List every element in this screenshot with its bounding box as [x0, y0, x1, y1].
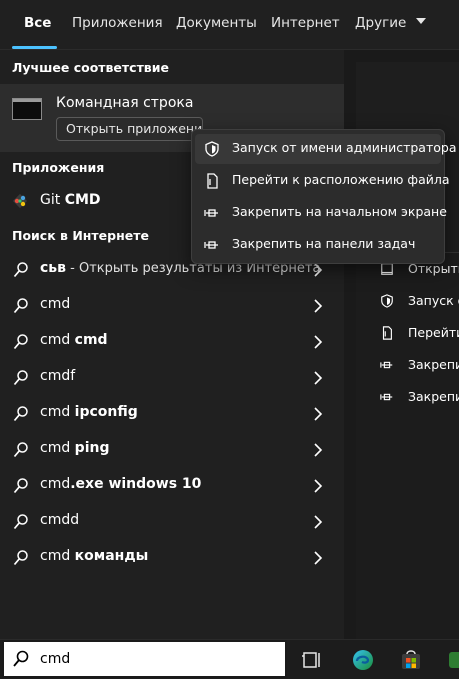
app-item-label: Git CMD: [40, 192, 101, 208]
web-result-label: cmd.exe windows 10: [40, 476, 202, 492]
context-menu-item[interactable]: Перейти к расположению файла: [232, 172, 450, 187]
chevron-down-icon: [415, 18, 426, 24]
preview-action-item[interactable]: Закрепит: [408, 357, 459, 372]
task-view-icon[interactable]: [300, 648, 324, 672]
pin-icon: [380, 361, 393, 369]
search-icon: [13, 298, 28, 314]
search-icon: [13, 478, 28, 494]
pin-icon: [380, 393, 393, 401]
search-input[interactable]: cmd: [40, 651, 70, 667]
search-icon: [13, 370, 28, 386]
search-tabs-bar: Все Приложения Документы Интернет Другие: [0, 0, 459, 50]
tab-more[interactable]: Другие: [355, 15, 426, 31]
best-match-title: Командная строка: [56, 95, 194, 111]
web-result-label: cmdd: [40, 512, 80, 528]
apps-heading: Приложения: [12, 160, 105, 175]
tab-apps[interactable]: Приложения: [72, 15, 163, 31]
chevron-right-icon: [314, 551, 323, 565]
web-result-label: cmd: [40, 296, 71, 312]
best-match-heading: Лучшее соответствие: [12, 60, 169, 75]
web-result-label: cmd команды: [40, 548, 149, 564]
chevron-right-icon: [314, 263, 323, 277]
git-icon: [12, 193, 28, 209]
context-menu-item[interactable]: Закрепить на начальном экране: [232, 204, 447, 219]
open-icon: [381, 263, 393, 275]
preview-action-item[interactable]: Запуск о: [408, 293, 459, 308]
search-icon: [13, 650, 29, 667]
file-location-icon: [207, 173, 218, 189]
search-icon: [13, 442, 28, 458]
chevron-right-icon: [314, 407, 323, 421]
search-icon: [13, 406, 28, 422]
tab-web[interactable]: Интернет: [271, 15, 340, 31]
preview-action-item[interactable]: Закрепит: [408, 389, 459, 404]
chevron-right-icon: [314, 515, 323, 529]
web-result-label: cmd cmd: [40, 332, 108, 348]
chevron-right-icon: [314, 443, 323, 457]
chevron-right-icon: [314, 479, 323, 493]
chevron-right-icon: [314, 371, 323, 385]
web-search-heading: Поиск в Интернете: [12, 228, 149, 243]
chevron-right-icon: [314, 335, 323, 349]
store-icon[interactable]: [399, 648, 423, 672]
tab-more-label: Другие: [355, 15, 407, 31]
chevron-right-icon: [314, 299, 323, 313]
search-icon: [13, 334, 28, 350]
pin-icon: [204, 241, 218, 249]
search-icon: [13, 550, 28, 566]
preview-action-item[interactable]: Перейти: [408, 325, 459, 340]
search-icon: [13, 262, 28, 278]
shield-icon: [205, 141, 219, 157]
context-menu-item[interactable]: Запуск от имени администратора: [232, 140, 456, 155]
context-menu-item[interactable]: Закрепить на панели задач: [232, 236, 415, 251]
tab-documents[interactable]: Документы: [176, 15, 257, 31]
open-app-button[interactable]: Открыть приложение: [56, 117, 203, 141]
tab-all[interactable]: Все: [24, 15, 51, 31]
search-icon: [13, 514, 28, 530]
edge-icon[interactable]: [351, 648, 375, 672]
web-result-label: cmd ping: [40, 440, 110, 456]
shield-icon: [381, 294, 393, 308]
web-result-label: cmdf: [40, 368, 76, 384]
web-result-label: cmd ipconfig: [40, 404, 138, 420]
app-icon[interactable]: [447, 648, 459, 672]
file-location-icon: [382, 326, 392, 340]
command-prompt-icon: [12, 98, 42, 120]
pin-icon: [204, 209, 218, 217]
